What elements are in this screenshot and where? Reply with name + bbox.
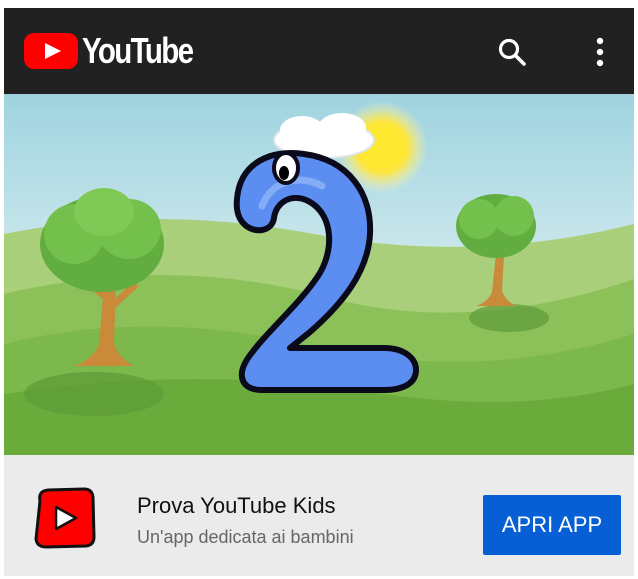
- cartoon-number-two-scene: [4, 94, 634, 455]
- top-app-bar: YouTube: [4, 8, 634, 94]
- youtube-app-screen: YouTube Prova YouTube Kids Un'app dedica…: [4, 8, 634, 576]
- search-button[interactable]: [490, 30, 534, 74]
- youtube-kids-logo-icon: [34, 487, 96, 549]
- open-app-button[interactable]: APRI APP: [483, 495, 621, 555]
- youtube-wordmark: YouTube: [82, 30, 194, 71]
- promo-title: Prova YouTube Kids: [137, 493, 336, 518]
- promo-subtitle: Un'app dedicata ai bambini: [137, 527, 354, 547]
- video-thumbnail[interactable]: [4, 94, 634, 455]
- more-vert-icon: [596, 37, 604, 67]
- youtube-logo[interactable]: YouTube: [24, 31, 217, 71]
- more-options-button[interactable]: [582, 30, 618, 74]
- youtube-play-logo-icon: [24, 33, 78, 69]
- youtube-kids-promo-banner: Prova YouTube Kids Un'app dedicata ai ba…: [4, 455, 634, 576]
- search-icon: [498, 38, 526, 66]
